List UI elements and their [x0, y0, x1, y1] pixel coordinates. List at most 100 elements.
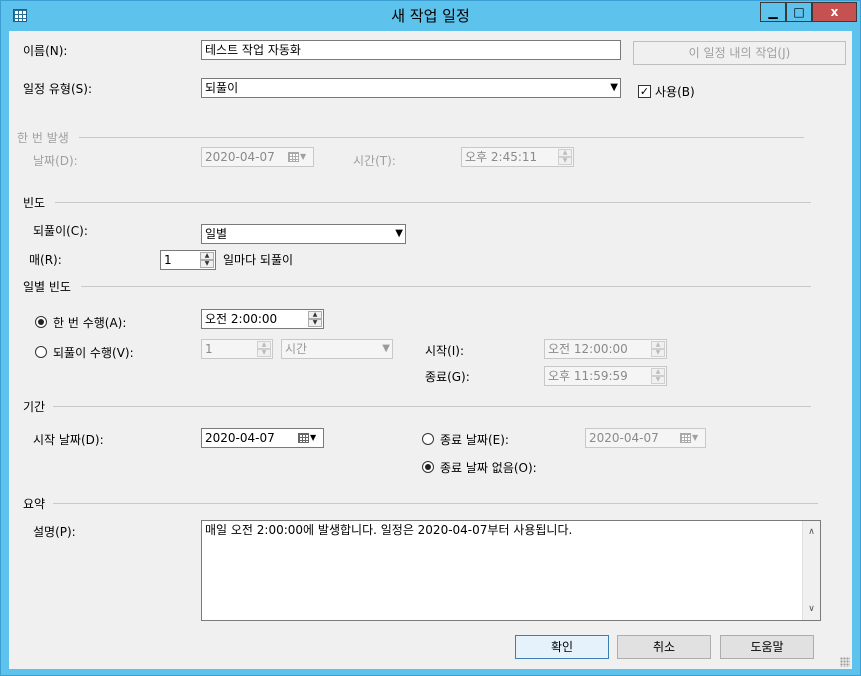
- frequency-group-label: 빈도: [23, 196, 46, 210]
- start-date-value: 2020-04-07: [205, 431, 275, 445]
- description-text: 매일 오전 2:00:00에 발생합니다. 일정은 2020-04-07부터 사…: [205, 523, 573, 537]
- one-time-time-label: 시간(T):: [353, 154, 396, 168]
- spinner-arrows[interactable]: ▲ ▼: [651, 341, 665, 357]
- occurs-once-time-spinner[interactable]: 오전 2:00:00 ▲ ▼: [201, 309, 324, 329]
- ok-button[interactable]: 확인: [515, 635, 609, 659]
- occurs-every-spinner[interactable]: 1 ▲ ▼: [201, 339, 273, 359]
- chevron-down-icon: ▼: [395, 228, 403, 239]
- start-date-picker[interactable]: 2020-04-07 ▼: [201, 428, 324, 448]
- one-time-time-spinner[interactable]: 오후 2:45:11 ▲ ▼: [461, 147, 574, 167]
- spin-up-icon[interactable]: ▲: [651, 341, 665, 349]
- recurs-every-value: 1: [164, 253, 172, 267]
- calendar-icon: [680, 433, 691, 443]
- occurs-every-unit-select[interactable]: 시간 ▼: [281, 339, 393, 359]
- spin-down-icon[interactable]: ▼: [558, 157, 572, 165]
- recurs-every-spinner[interactable]: 1 ▲ ▼: [160, 250, 216, 270]
- cancel-button[interactable]: 취소: [617, 635, 711, 659]
- daily-end-time-value: 오후 11:59:59: [548, 369, 628, 383]
- description-textarea[interactable]: 매일 오전 2:00:00에 발생합니다. 일정은 2020-04-07부터 사…: [201, 520, 821, 621]
- spin-down-icon[interactable]: ▼: [257, 349, 271, 357]
- spinner-arrows[interactable]: ▲ ▼: [558, 149, 572, 165]
- spinner-arrows[interactable]: ▲ ▼: [308, 311, 322, 327]
- description-scrollbar[interactable]: ∧ ∨: [802, 521, 820, 620]
- occurs-once-time-value: 오전 2:00:00: [205, 312, 278, 326]
- one-time-date-label: 날짜(D):: [33, 154, 78, 168]
- spin-up-icon[interactable]: ▲: [257, 341, 271, 349]
- name-label: 이름(N):: [23, 44, 68, 58]
- chevron-down-icon: ▼: [300, 152, 307, 161]
- name-input[interactable]: 테스트 작업 자동화: [201, 40, 621, 60]
- end-date-radio[interactable]: [422, 433, 434, 445]
- spin-down-icon[interactable]: ▼: [651, 376, 665, 384]
- chevron-down-icon: ▼: [310, 433, 317, 442]
- scroll-up-icon[interactable]: ∧: [805, 524, 818, 540]
- maximize-button[interactable]: □: [786, 2, 812, 22]
- group-divider: [55, 202, 811, 203]
- close-button[interactable]: x: [812, 2, 857, 22]
- scroll-down-icon[interactable]: ∨: [805, 601, 818, 617]
- group-divider: [53, 503, 818, 504]
- spinner-arrows[interactable]: ▲ ▼: [257, 341, 271, 357]
- spin-down-icon[interactable]: ▼: [651, 349, 665, 357]
- daily-start-time-value: 오전 12:00:00: [548, 342, 628, 356]
- chevron-down-icon: ▼: [692, 433, 699, 442]
- occurs-once-radio[interactable]: [35, 316, 47, 328]
- spin-up-icon[interactable]: ▲: [200, 252, 214, 260]
- group-divider: [53, 406, 811, 407]
- occurs-select[interactable]: 일별 ▼: [201, 224, 406, 244]
- daily-end-time-spinner[interactable]: 오후 11:59:59 ▲ ▼: [544, 366, 667, 386]
- occurs-every-radio[interactable]: [35, 346, 47, 358]
- calendar-icon: [288, 152, 299, 162]
- minimize-button[interactable]: ▁: [760, 2, 786, 22]
- one-time-date-value: 2020-04-07: [205, 150, 275, 164]
- occurs-every-unit-value: 시간: [285, 342, 308, 356]
- dialog-body: 이름(N): 테스트 작업 자동화 이 일정 내의 작업(J) 일정 유형(S)…: [9, 31, 852, 669]
- occurs-label: 되풀이(C):: [33, 224, 88, 238]
- start-date-label: 시작 날짜(D):: [33, 433, 104, 447]
- title-bar[interactable]: 새 작업 일정 ▁ □ x: [1, 1, 860, 31]
- schedule-type-label: 일정 유형(S):: [23, 82, 92, 96]
- daily-start-label: 시작(I):: [425, 344, 465, 358]
- calendar-icon: [298, 433, 309, 443]
- spin-up-icon[interactable]: ▲: [308, 311, 322, 319]
- dialog-window: 새 작업 일정 ▁ □ x 이름(N): 테스트 작업 자동화 이 일정 내의 …: [0, 0, 861, 676]
- duration-group-label: 기간: [23, 400, 46, 414]
- spinner-arrows[interactable]: ▲ ▼: [200, 252, 214, 268]
- one-time-group-label: 한 번 발생: [17, 131, 69, 145]
- no-end-date-label: 종료 날짜 없음(O):: [440, 461, 537, 475]
- enabled-checkbox[interactable]: ✓: [638, 85, 651, 98]
- occurs-every-label: 되풀이 수행(V):: [53, 346, 134, 360]
- occurs-every-value: 1: [205, 342, 213, 356]
- window-title: 새 작업 일정: [391, 7, 470, 25]
- enabled-label: 사용(B): [655, 85, 695, 99]
- jobs-in-schedule-button[interactable]: 이 일정 내의 작업(J): [633, 41, 846, 65]
- end-date-value: 2020-04-07: [589, 431, 659, 445]
- one-time-time-value: 오후 2:45:11: [465, 150, 538, 164]
- description-label: 설명(P):: [33, 525, 76, 539]
- group-divider: [81, 286, 811, 287]
- daily-end-label: 종료(G):: [425, 370, 470, 384]
- chevron-down-icon: ▼: [382, 343, 390, 354]
- daily-frequency-group-label: 일별 빈도: [23, 280, 71, 294]
- chevron-down-icon: ▼: [610, 82, 618, 93]
- end-date-picker[interactable]: 2020-04-07 ▼: [585, 428, 706, 448]
- resize-grip-icon[interactable]: [840, 657, 850, 667]
- summary-group-label: 요약: [23, 497, 46, 511]
- occurs-once-label: 한 번 수행(A):: [53, 316, 127, 330]
- occurs-value: 일별: [205, 227, 228, 241]
- spin-up-icon[interactable]: ▲: [558, 149, 572, 157]
- no-end-date-radio[interactable]: [422, 461, 434, 473]
- group-divider: [79, 137, 804, 138]
- spin-up-icon[interactable]: ▲: [651, 368, 665, 376]
- schedule-type-select[interactable]: 되풀이 ▼: [201, 78, 621, 98]
- end-date-label: 종료 날짜(E):: [440, 433, 509, 447]
- recurs-every-label: 매(R):: [29, 253, 62, 267]
- spin-down-icon[interactable]: ▼: [308, 319, 322, 327]
- schedule-type-value: 되풀이: [205, 81, 239, 95]
- one-time-date-picker[interactable]: 2020-04-07 ▼: [201, 147, 314, 167]
- recurs-every-suffix: 일마다 되풀이: [223, 253, 294, 267]
- help-button[interactable]: 도움말: [720, 635, 814, 659]
- spin-down-icon[interactable]: ▼: [200, 260, 214, 268]
- spinner-arrows[interactable]: ▲ ▼: [651, 368, 665, 384]
- daily-start-time-spinner[interactable]: 오전 12:00:00 ▲ ▼: [544, 339, 667, 359]
